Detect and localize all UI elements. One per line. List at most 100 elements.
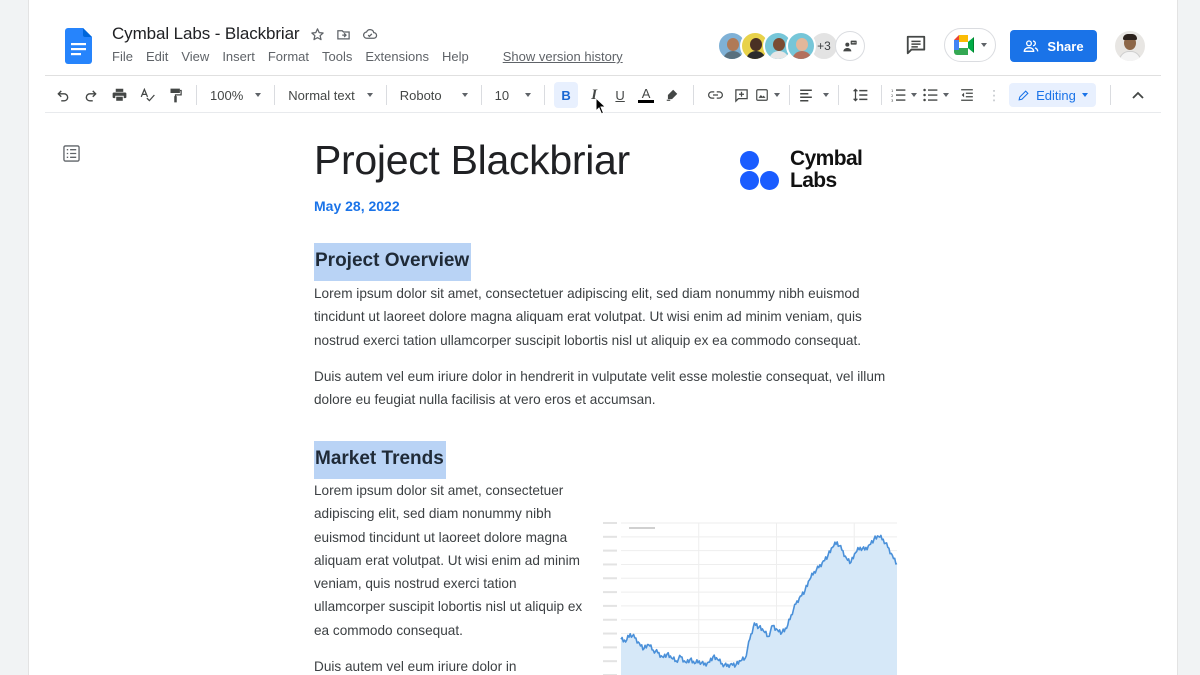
numbered-list-button[interactable]: 123 (891, 82, 918, 108)
menu-edit[interactable]: Edit (146, 49, 168, 64)
chevron-down-icon (461, 93, 468, 97)
paint-format-icon (170, 88, 182, 102)
menu-extensions[interactable]: Extensions (365, 49, 429, 64)
document-date[interactable]: May 28, 2022 (314, 198, 400, 214)
move-to-folder-icon[interactable] (336, 26, 352, 42)
present-icon (843, 40, 857, 52)
toolbar-separator (385, 85, 387, 105)
account-avatar[interactable] (1115, 31, 1145, 61)
menu-tools[interactable]: Tools (322, 49, 352, 64)
brand-line-2: Labs (790, 169, 837, 192)
document-title[interactable]: Cymbal Labs - Blackbriar (112, 24, 300, 44)
cymbal-logo-mark-icon (739, 151, 783, 195)
chart-y-tick-label (603, 660, 617, 663)
collaborator-avatars: +3 (717, 31, 865, 61)
chevron-down-icon (911, 93, 918, 97)
font-size-value: 10 (494, 87, 510, 103)
menu-insert[interactable]: Insert (222, 49, 255, 64)
section-heading-market-trends[interactable]: Market Trends (314, 441, 446, 479)
menu-view[interactable]: View (181, 49, 209, 64)
chevron-down-icon (255, 93, 262, 97)
paragraph[interactable]: Duis autem vel eum iriure dolor in (314, 655, 589, 675)
chevron-down-icon (525, 93, 532, 97)
toolbar-separator (480, 85, 482, 105)
align-left-icon (800, 89, 812, 101)
toolbar-separator (274, 85, 276, 105)
version-history-link[interactable]: Show version history (503, 49, 623, 64)
chart-y-tick-label (603, 604, 617, 607)
document-heading[interactable]: Project Blackbriar (314, 137, 630, 184)
paragraph[interactable]: Lorem ipsum dolor sit amet, consectetuer… (314, 282, 894, 352)
add-comment-icon (734, 88, 748, 103)
chart-title-label (629, 527, 655, 529)
line-spacing-button[interactable] (848, 82, 872, 108)
share-button[interactable]: Share (1010, 30, 1097, 62)
menu-help[interactable]: Help (442, 49, 469, 64)
cloud-saved-icon[interactable] (362, 26, 378, 42)
insert-image-button[interactable] (755, 82, 781, 108)
toolbar-separator (196, 85, 197, 105)
more-options-icon[interactable]: ⋮ (987, 87, 1001, 104)
section-heading-project-overview[interactable]: Project Overview (314, 243, 472, 281)
paint-format-button[interactable] (163, 82, 187, 108)
zoom-select[interactable]: 100% (206, 88, 265, 103)
hide-menus-button[interactable] (1126, 82, 1150, 108)
cymbal-labs-logo[interactable]: Cymbal Labs (739, 148, 884, 197)
chevron-down-icon (980, 43, 987, 47)
document-outline-icon[interactable] (63, 145, 80, 162)
underline-button[interactable]: U (608, 82, 632, 108)
zoom-value: 100% (210, 87, 244, 103)
market-trend-chart[interactable] (599, 515, 901, 675)
link-icon (707, 91, 723, 99)
numbered-list-icon: 123 (891, 89, 906, 102)
star-icon[interactable] (310, 26, 326, 42)
undo-icon (57, 90, 69, 102)
highlighter-icon (666, 89, 678, 101)
editing-mode-button[interactable]: Editing (1009, 83, 1096, 107)
paragraph[interactable]: Duis autem vel eum iriure dolor in hendr… (314, 365, 894, 412)
font-select[interactable]: Roboto (396, 88, 472, 103)
menu-file[interactable]: File (112, 49, 133, 64)
bulleted-list-button[interactable] (923, 82, 950, 108)
text-color-label: A (641, 85, 651, 101)
present-to-meeting-button[interactable] (835, 31, 865, 61)
text-color-button[interactable]: A (634, 82, 658, 108)
insert-link-button[interactable] (703, 82, 727, 108)
chevron-up-icon (1132, 91, 1144, 99)
chevron-down-icon (774, 93, 781, 97)
align-button[interactable] (799, 82, 830, 108)
image-icon (756, 89, 768, 101)
comment-history-icon[interactable] (905, 34, 927, 56)
google-meet-icon (953, 35, 974, 55)
add-comment-button[interactable] (729, 82, 753, 108)
google-docs-logo-icon[interactable] (65, 28, 92, 64)
spelling-check-button[interactable] (135, 82, 159, 108)
pencil-icon (1018, 89, 1029, 101)
decrease-indent-button[interactable] (955, 82, 979, 108)
paragraph-style-select[interactable]: Normal text (284, 88, 376, 103)
menu-format[interactable]: Format (268, 49, 309, 64)
paragraph[interactable]: Lorem ipsum dolor sit amet, consectetuer… (314, 479, 589, 642)
text-color-swatch (638, 99, 655, 103)
svg-text:2: 2 (891, 94, 894, 98)
bold-button[interactable]: B (554, 82, 579, 108)
line-spacing-icon (852, 88, 867, 102)
svg-text:3: 3 (891, 99, 894, 102)
cymbal-logo-wordmark: Cymbal Labs (790, 148, 863, 192)
collaborator-avatar[interactable] (786, 31, 816, 61)
undo-button[interactable] (51, 82, 75, 108)
toolbar-separator (881, 85, 883, 105)
chart-y-tick-label (603, 591, 617, 594)
paragraph-style-value: Normal text (288, 87, 355, 103)
redo-button[interactable] (79, 82, 103, 108)
google-meet-button[interactable] (944, 28, 996, 62)
highlight-color-button[interactable] (660, 82, 684, 108)
mouse-pointer-icon (595, 97, 607, 115)
editing-mode-label: Editing (1036, 87, 1076, 103)
chart-y-tick-label (603, 632, 617, 635)
title-row: Cymbal Labs - Blackbriar (112, 24, 378, 44)
chevron-down-icon (943, 93, 950, 97)
font-size-select[interactable]: 10 (491, 88, 535, 103)
chevron-down-icon (1081, 93, 1088, 97)
print-button[interactable] (107, 82, 131, 108)
